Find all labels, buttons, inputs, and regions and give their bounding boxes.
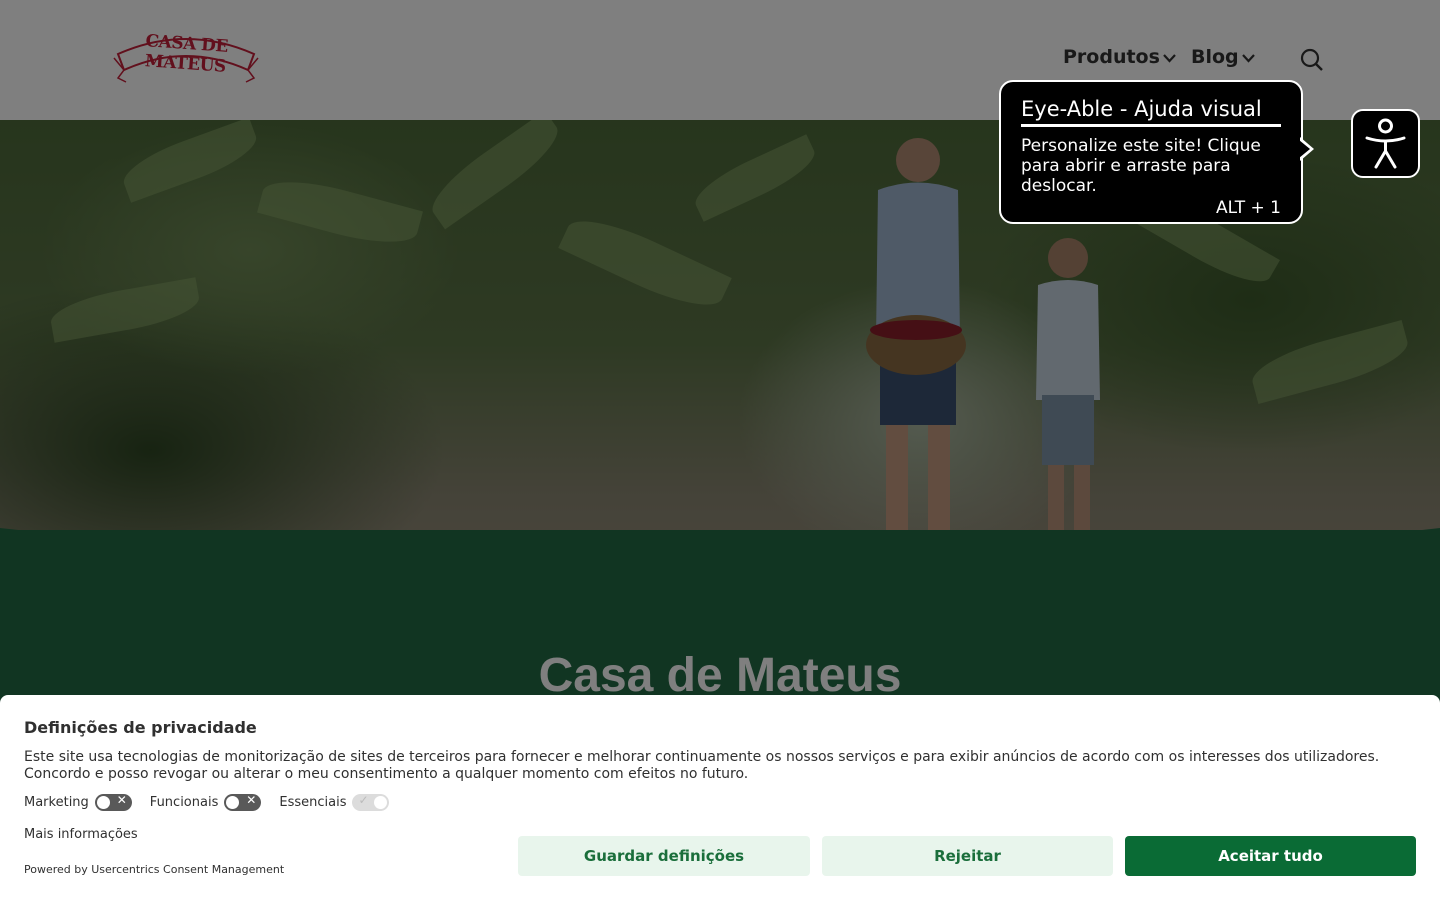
toggle-label-funcionais: Funcionais — [149, 795, 219, 810]
eyeable-tooltip: Eye-Able - Ajuda visual Personalize este… — [999, 80, 1303, 224]
more-info-link[interactable]: Mais informações — [24, 827, 138, 842]
consent-title: Definições de privacidade — [24, 718, 257, 737]
powered-by-text: Powered by Usercentrics Consent Manageme… — [24, 863, 285, 876]
consent-toggles: Marketing ✕ Funcionais ✕ Essenciais ✓ — [24, 793, 407, 811]
funcionais-toggle[interactable]: ✕ — [224, 793, 262, 811]
close-icon: ✕ — [116, 793, 127, 807]
toggle-label-marketing: Marketing — [24, 795, 89, 810]
close-icon: ✕ — [246, 793, 257, 807]
marketing-toggle[interactable]: ✕ — [94, 793, 132, 811]
toggle-label-essenciais: Essenciais — [279, 795, 347, 810]
save-settings-button[interactable]: Guardar definições — [518, 836, 810, 876]
toggle-knob — [374, 796, 388, 809]
consent-text: Este site usa tecnologias de monitorizaç… — [24, 749, 1380, 782]
eyeable-shortcut: ALT + 1 — [1215, 198, 1281, 218]
accept-all-button[interactable]: Aceitar tudo — [1125, 836, 1416, 876]
toggle-knob — [226, 796, 240, 809]
eyeable-tooltip-title: Eye-Able - Ajuda visual — [1021, 96, 1281, 127]
eyeable-accessibility-button[interactable] — [1351, 109, 1420, 178]
reject-button[interactable]: Rejeitar — [822, 836, 1113, 876]
eyeable-tooltip-body: Personalize este site! Clique para abrir… — [1021, 136, 1261, 196]
toggle-knob — [96, 796, 110, 809]
accessibility-person-icon — [1365, 118, 1406, 169]
check-icon: ✓ — [358, 793, 369, 807]
essenciais-toggle: ✓ — [352, 793, 390, 811]
tooltip-arrow-inner — [1299, 140, 1310, 158]
privacy-consent-banner: Definições de privacidade Este site usa … — [0, 695, 1440, 900]
